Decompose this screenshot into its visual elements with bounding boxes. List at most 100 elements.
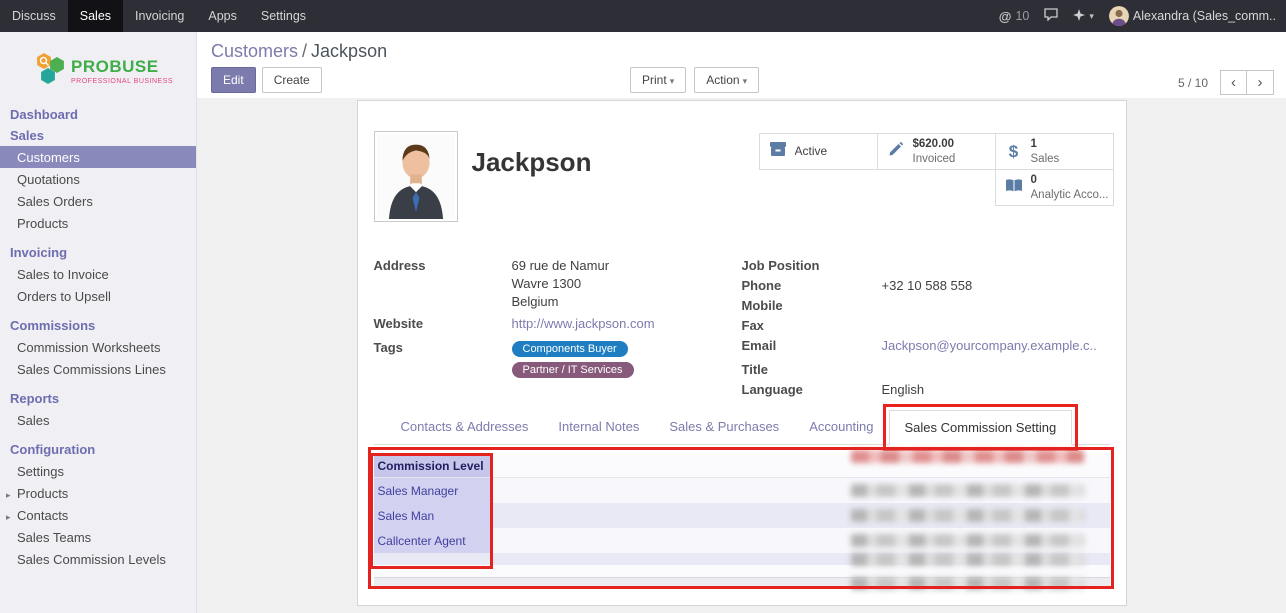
tag-badge: Components Buyer — [512, 341, 628, 357]
book-icon — [1001, 178, 1027, 198]
archive-icon — [765, 141, 791, 162]
redacted-cell — [851, 534, 1084, 547]
table-footer-row — [374, 577, 1110, 589]
sidebar-item-commission-worksheets[interactable]: Commission Worksheets — [0, 336, 196, 358]
table-row[interactable]: Sales Man — [374, 503, 1110, 528]
address-label: Address — [374, 258, 512, 312]
sidebar-item-label: Contacts — [17, 508, 68, 523]
logo-icon — [34, 52, 65, 90]
table-empty-row — [374, 553, 1110, 565]
analytic-stat-button[interactable]: 0 Analytic Acco... — [995, 169, 1114, 206]
caret-down-icon: ▾ — [743, 76, 748, 86]
logo-subtitle: PROFESSIONAL BUSINESS — [71, 78, 173, 85]
breadcrumb: Customers/Jackpson — [197, 32, 1286, 62]
sidebar-item-sales-commissions-lines[interactable]: Sales Commissions Lines — [0, 358, 196, 380]
sidebar-heading-invoicing[interactable]: Invoicing — [0, 242, 196, 263]
sidebar-item-orders-to-upsell[interactable]: Orders to Upsell — [0, 285, 196, 307]
sales-stat-button[interactable]: $ 1 Sales — [995, 133, 1114, 170]
active-stat-button[interactable]: Active — [759, 133, 878, 170]
menu-settings[interactable]: Settings — [249, 0, 318, 32]
chevron-right-icon: ▸ — [6, 512, 17, 523]
breadcrumb-current: Jackpson — [311, 41, 387, 61]
debug-menu-button[interactable]: ▾ — [1073, 9, 1094, 24]
column-header-commission-level[interactable]: Commission Level — [374, 455, 493, 477]
menu-sales[interactable]: Sales — [68, 0, 123, 32]
create-button[interactable]: Create — [262, 67, 322, 93]
sidebar-item-sales-commission-levels[interactable]: Sales Commission Levels — [0, 548, 196, 570]
sidebar-item-config-contacts[interactable]: ▸Contacts — [0, 504, 196, 526]
chevron-right-icon: ▸ — [6, 490, 17, 501]
table-empty-row — [374, 565, 1110, 577]
redacted-cell — [851, 484, 1084, 497]
website-link[interactable]: http://www.jackpson.com — [512, 316, 655, 332]
pager-value: 5 / 10 — [1178, 76, 1208, 90]
breadcrumb-customers[interactable]: Customers — [211, 41, 298, 61]
tags-value: Components Buyer Partner / IT Services — [512, 340, 634, 382]
field-address: Address 69 rue de Namur Wavre 1300 Belgi… — [374, 258, 724, 312]
sidebar-item-reports-sales[interactable]: Sales — [0, 409, 196, 431]
debug-icon — [1073, 9, 1085, 24]
tab-sales-purchases[interactable]: Sales & Purchases — [654, 410, 794, 444]
sidebar-heading-commissions[interactable]: Commissions — [0, 315, 196, 336]
tag-badge: Partner / IT Services — [512, 362, 634, 378]
title-label: Title — [742, 362, 882, 378]
menu-apps[interactable]: Apps — [196, 0, 249, 32]
sidebar-item-label: Products — [17, 486, 68, 501]
user-avatar — [1109, 6, 1129, 26]
field-language: Language English — [742, 382, 1110, 398]
email-link[interactable]: Jackpson@yourcompany.example.c.. — [882, 338, 1097, 354]
sidebar-heading-sales[interactable]: Sales — [0, 125, 196, 146]
sidebar-heading-configuration[interactable]: Configuration — [0, 439, 196, 460]
tab-sales-commission-setting[interactable]: Sales Commission Setting — [889, 410, 1073, 445]
messages-button[interactable] — [1044, 8, 1058, 24]
sidebar-item-quotations[interactable]: Quotations — [0, 168, 196, 190]
logo-title: PROBUSE — [71, 57, 173, 77]
app-logo[interactable]: PROBUSE PROFESSIONAL BUSINESS — [34, 52, 196, 90]
pager-previous-button[interactable]: ‹ — [1220, 70, 1247, 95]
edit-button[interactable]: Edit — [211, 67, 256, 93]
customer-avatar — [374, 131, 458, 222]
commission-level-cell: Sales Manager — [374, 478, 493, 503]
phone-value: +32 10 588 558 — [882, 278, 973, 294]
tab-internal-notes[interactable]: Internal Notes — [543, 410, 654, 444]
tab-contacts-addresses[interactable]: Contacts & Addresses — [386, 410, 544, 444]
fax-label: Fax — [742, 318, 882, 334]
sidebar-item-sales-teams[interactable]: Sales Teams — [0, 526, 196, 548]
menu-discuss[interactable]: Discuss — [0, 0, 68, 32]
topbar-menus: Discuss Sales Invoicing Apps Settings — [0, 0, 318, 32]
record-title: Jackpson — [472, 147, 592, 222]
field-tags: Tags Components Buyer Partner / IT Servi… — [374, 340, 724, 382]
dollar-icon: $ — [1001, 142, 1027, 162]
user-menu[interactable]: Alexandra (Sales_comm.. — [1109, 6, 1276, 26]
table-row[interactable]: Callcenter Agent — [374, 528, 1110, 553]
pager: 5 / 10 ‹ › — [1178, 70, 1274, 95]
address-value: 69 rue de Namur Wavre 1300 Belgium — [512, 258, 610, 312]
print-dropdown-button[interactable]: Print▾ — [630, 67, 686, 93]
field-website: Website http://www.jackpson.com — [374, 316, 724, 332]
menu-invoicing[interactable]: Invoicing — [123, 0, 196, 32]
field-phone: Phone +32 10 588 558 — [742, 278, 1110, 294]
job-position-label: Job Position — [742, 258, 882, 274]
commission-level-cell: Callcenter Agent — [374, 528, 493, 553]
field-email: Email Jackpson@yourcompany.example.c.. — [742, 338, 1110, 354]
sidebar-item-products[interactable]: Products — [0, 212, 196, 234]
invoiced-stat-button[interactable]: $620.00 Invoiced — [877, 133, 996, 170]
field-fax: Fax — [742, 318, 1110, 334]
table-row[interactable]: Sales Manager — [374, 478, 1110, 503]
redacted-header-cell — [851, 450, 1084, 463]
email-label: Email — [742, 338, 882, 354]
pencil-icon — [883, 141, 909, 162]
sidebar-item-settings[interactable]: Settings — [0, 460, 196, 482]
sidebar: PROBUSE PROFESSIONAL BUSINESS Dashboard … — [0, 32, 197, 613]
sidebar-item-sales-orders[interactable]: Sales Orders — [0, 190, 196, 212]
sidebar-item-config-products[interactable]: ▸Products — [0, 482, 196, 504]
sidebar-item-dashboard[interactable]: Dashboard — [0, 104, 196, 125]
action-dropdown-button[interactable]: Action▾ — [694, 67, 759, 93]
pager-next-button[interactable]: › — [1247, 70, 1274, 95]
sidebar-item-sales-to-invoice[interactable]: Sales to Invoice — [0, 263, 196, 285]
sidebar-item-customers[interactable]: Customers — [0, 146, 196, 168]
sidebar-heading-reports[interactable]: Reports — [0, 388, 196, 409]
tab-accounting[interactable]: Accounting — [794, 410, 888, 444]
content-area: Jackpson Active $620.00 Invoiced $ — [197, 98, 1286, 613]
mentions-button[interactable]: @ 10 — [999, 9, 1030, 24]
